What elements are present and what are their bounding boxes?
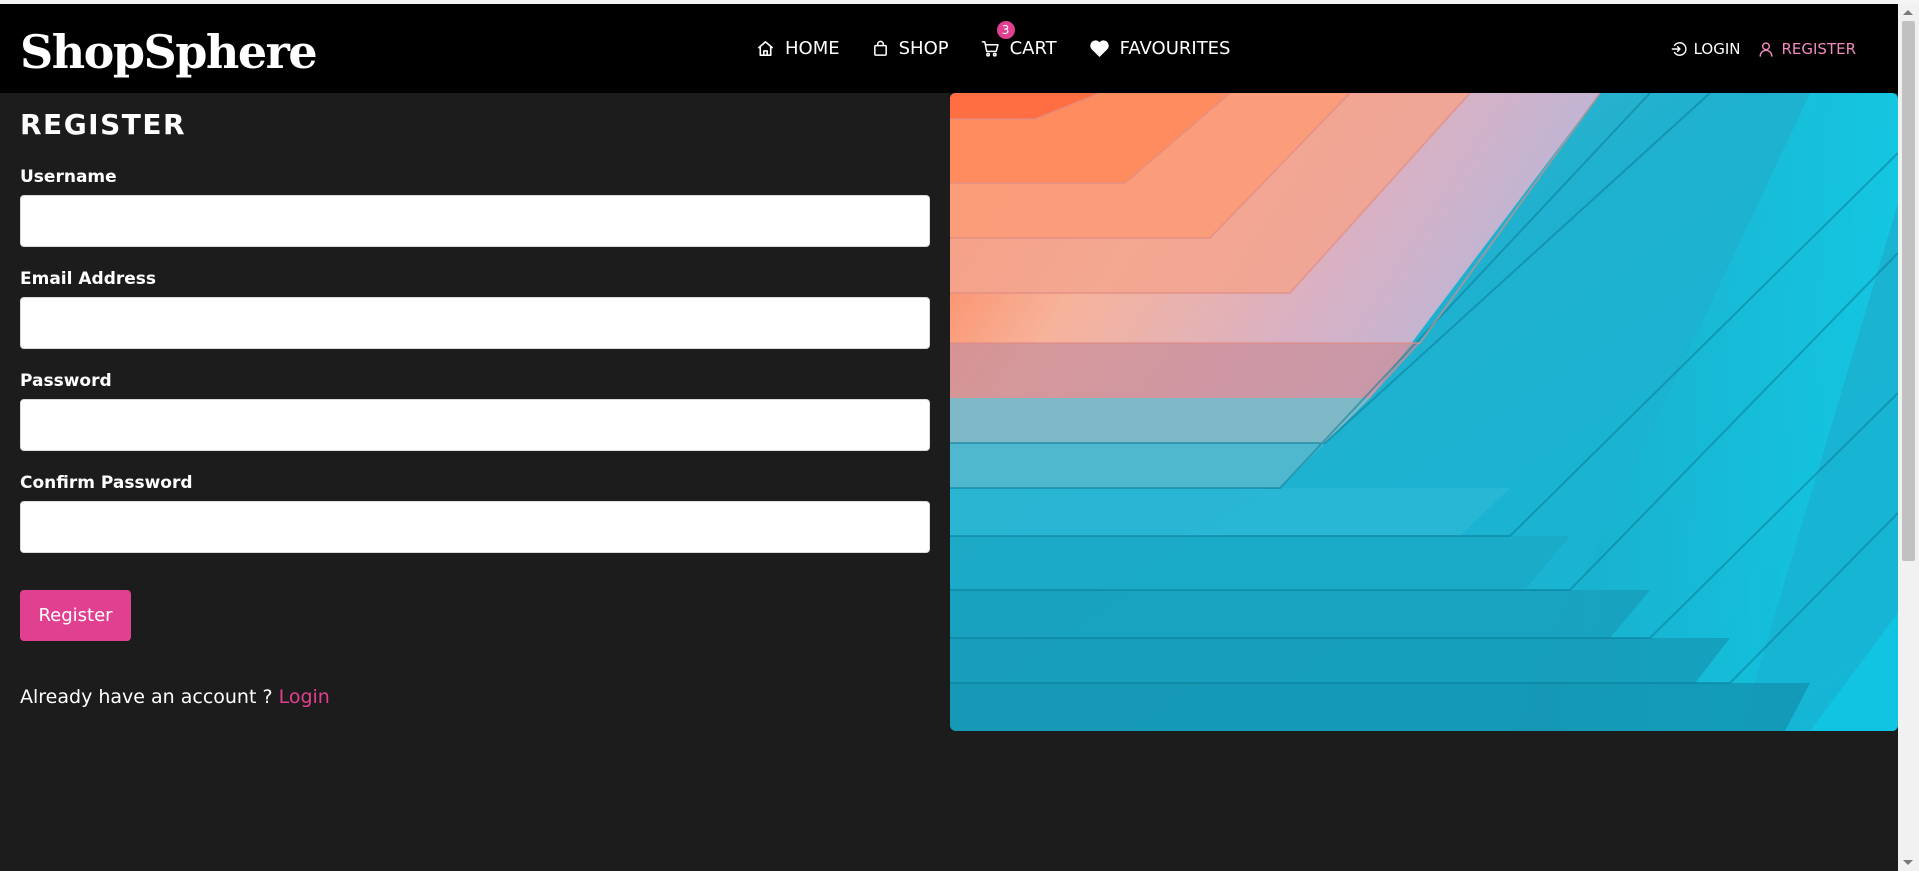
user-icon	[1758, 41, 1774, 57]
password-label: Password	[20, 371, 112, 391]
cart-icon: 3	[981, 21, 1015, 58]
hero-image	[950, 93, 1898, 731]
page-scrollbar[interactable]	[1898, 4, 1919, 871]
password-input[interactable]	[20, 399, 930, 451]
nav-cart-label: CART	[1009, 38, 1057, 59]
nav-login-label: LOGIN	[1693, 39, 1741, 58]
confirm-password-field-group: Confirm Password	[20, 472, 930, 553]
username-field-group: Username	[20, 166, 930, 247]
email-field-group: Email Address	[20, 268, 930, 349]
email-label: Email Address	[20, 269, 157, 289]
nav-login[interactable]: LOGIN	[1671, 39, 1741, 58]
confirm-password-input[interactable]	[20, 501, 930, 553]
nav-shop[interactable]: SHOP	[872, 38, 949, 59]
nav-home-label: HOME	[785, 38, 840, 59]
scrollbar-thumb[interactable]	[1902, 21, 1915, 561]
username-input[interactable]	[20, 195, 930, 247]
auth-nav: LOGIN REGISTER	[1671, 4, 1856, 93]
nav-favourites-label: FAVOURITES	[1119, 38, 1231, 59]
register-button[interactable]: Register	[20, 590, 131, 641]
cart-count-badge: 3	[996, 21, 1015, 39]
shopping-bag-icon	[872, 40, 889, 57]
nav-home[interactable]: HOME	[756, 38, 840, 59]
confirm-password-label: Confirm Password	[20, 473, 193, 493]
password-field-group: Password	[20, 370, 930, 451]
nav-register[interactable]: REGISTER	[1758, 40, 1856, 58]
scroll-down-arrow-icon[interactable]	[1903, 860, 1913, 865]
register-form: REGISTER Username Email Address Password…	[20, 108, 930, 708]
account-prompt-text: Already have an account ?	[20, 686, 279, 708]
scroll-up-arrow-icon[interactable]	[1903, 10, 1913, 15]
nav-cart[interactable]: 3 CART	[981, 21, 1057, 59]
heart-icon	[1089, 39, 1110, 58]
top-navbar: ShopSphere HOME SHOP 3 CART FAVOURITES L…	[0, 4, 1898, 93]
page-title: REGISTER	[20, 108, 187, 141]
username-label: Username	[20, 167, 117, 187]
login-link[interactable]: Login	[279, 686, 330, 708]
login-icon	[1671, 41, 1687, 57]
login-prompt: Already have an account ? Login	[20, 686, 330, 708]
nav-shop-label: SHOP	[898, 38, 949, 59]
nav-favourites[interactable]: FAVOURITES	[1089, 38, 1231, 59]
nav-register-label: REGISTER	[1781, 39, 1856, 58]
email-input[interactable]	[20, 297, 930, 349]
main-nav: HOME SHOP 3 CART FAVOURITES	[756, 4, 1230, 93]
abstract-layers-image	[950, 93, 1898, 731]
home-icon	[756, 39, 775, 58]
brand-logo[interactable]: ShopSphere	[20, 24, 318, 80]
